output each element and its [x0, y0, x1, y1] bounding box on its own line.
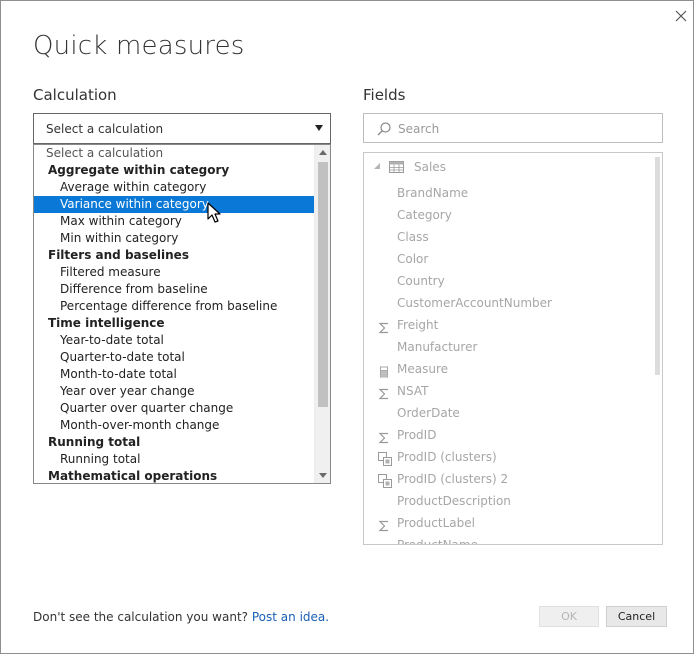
field-item[interactable]: ProductLabel [364, 512, 654, 534]
field-name: CustomerAccountNumber [397, 296, 552, 310]
cluster-icon [378, 451, 392, 466]
field-name: Color [397, 252, 429, 266]
fields-search[interactable] [363, 113, 663, 143]
cancel-button[interactable]: Cancel [606, 606, 667, 627]
field-item[interactable]: ProductName [364, 534, 654, 545]
calculation-option[interactable]: Year-to-date total [34, 332, 314, 349]
field-item[interactable]: ProductDescription [364, 490, 654, 512]
calculation-option[interactable]: Percentage difference from baseline [34, 298, 314, 315]
ok-button[interactable]: OK [539, 606, 599, 627]
field-item[interactable]: Measure [364, 358, 654, 380]
calculation-option[interactable]: Variance within category [34, 196, 314, 213]
field-name: ProductLabel [397, 516, 475, 530]
table-icon [389, 161, 404, 173]
scroll-up-icon[interactable] [319, 150, 327, 155]
close-icon[interactable] [673, 8, 689, 24]
option-group-header: Filters and baselines [48, 248, 189, 262]
calculation-option[interactable]: Year over year change [34, 383, 314, 400]
fields-scrollbar[interactable] [652, 153, 662, 544]
field-name: Country [397, 274, 445, 288]
calculation-option[interactable]: Difference from baseline [34, 281, 314, 298]
field-item[interactable]: Manufacturer [364, 336, 654, 358]
calculation-option[interactable]: Filtered measure [34, 264, 314, 281]
field-name: Manufacturer [397, 340, 478, 354]
option-group-header: Mathematical operations [48, 469, 218, 483]
calculation-option[interactable]: Quarter over quarter change [34, 400, 314, 417]
field-name: ProdID (clusters) 2 [397, 472, 509, 486]
table-name: Sales [414, 160, 446, 174]
scrollbar-thumb[interactable] [655, 157, 660, 375]
field-name: Class [397, 230, 429, 244]
sigma-icon [378, 385, 390, 400]
option-group-header: Time intelligence [48, 316, 165, 330]
field-name: ProdID (clusters) [397, 450, 497, 464]
calculation-options: Select a calculation Aggregate within cat… [34, 145, 314, 483]
fields-list-panel: Sales BrandName Category Class Color Country… [363, 152, 663, 545]
dropdown-scrollbar[interactable] [314, 145, 330, 483]
calculation-label: Calculation [33, 86, 117, 104]
calculation-option[interactable]: Quarter-to-date total [34, 349, 314, 366]
calculation-dropdown-list[interactable]: Select a calculation Aggregate within cat… [33, 144, 331, 484]
sigma-icon [378, 429, 390, 444]
calculation-select[interactable]: Select a calculation [33, 113, 331, 144]
fields-label: Fields [363, 86, 406, 104]
field-item[interactable]: ProdID (clusters) 2 [364, 468, 654, 490]
field-item[interactable]: Color [364, 248, 654, 270]
chevron-down-icon[interactable] [315, 125, 323, 131]
calculation-option[interactable]: Average within category [34, 179, 314, 196]
calculator-icon [378, 363, 390, 378]
post-idea-link[interactable]: Post an idea. [252, 610, 329, 624]
field-item[interactable]: Freight [364, 314, 654, 336]
field-item[interactable]: OrderDate [364, 402, 654, 424]
field-name: BrandName [397, 186, 469, 200]
calculation-option[interactable]: Max within category [34, 213, 314, 230]
field-item[interactable]: ProdID [364, 424, 654, 446]
search-input[interactable] [398, 119, 648, 139]
field-item[interactable]: BrandName [364, 182, 654, 204]
calculation-option[interactable]: Running total [34, 451, 314, 468]
footer-prompt: Don't see the calculation you want? [33, 610, 249, 624]
field-name: ProductName [397, 538, 478, 545]
sigma-icon [378, 517, 390, 532]
field-item[interactable]: Class [364, 226, 654, 248]
footer-help: Don't see the calculation you want? Post… [33, 610, 329, 624]
field-item[interactable]: ProdID (clusters) [364, 446, 654, 468]
field-name: ProdID [397, 428, 437, 442]
option-group-header: Running total [48, 435, 141, 449]
dialog-title: Quick measures [33, 31, 245, 61]
field-items: BrandName Category Class Color Country Custom… [364, 182, 654, 545]
field-name: Category [397, 208, 452, 222]
calculation-option[interactable]: Month-to-date total [34, 366, 314, 383]
field-name: Measure [397, 362, 448, 376]
field-item[interactable]: Country [364, 270, 654, 292]
search-icon [377, 122, 391, 136]
quick-measures-dialog: Quick measures Calculation Fields Select… [0, 0, 694, 654]
field-item[interactable]: NSAT [364, 380, 654, 402]
expand-caret-icon[interactable] [374, 163, 380, 169]
scroll-down-icon[interactable] [319, 473, 327, 478]
calculation-select-value: Select a calculation [46, 122, 164, 136]
option-group-header: Aggregate within category [48, 163, 230, 177]
cluster-icon [378, 473, 392, 488]
field-item[interactable]: CustomerAccountNumber [364, 292, 654, 314]
field-name: Freight [397, 318, 439, 332]
calculation-option[interactable]: Month-over-month change [34, 417, 314, 434]
sigma-icon [378, 319, 390, 334]
field-name: NSAT [397, 384, 429, 398]
calculation-option[interactable]: Select a calculation [34, 145, 314, 162]
field-name: OrderDate [397, 406, 460, 420]
calculation-option[interactable]: Min within category [34, 230, 314, 247]
field-name: ProductDescription [397, 494, 511, 508]
scrollbar-thumb[interactable] [318, 162, 328, 407]
field-item[interactable]: Category [364, 204, 654, 226]
